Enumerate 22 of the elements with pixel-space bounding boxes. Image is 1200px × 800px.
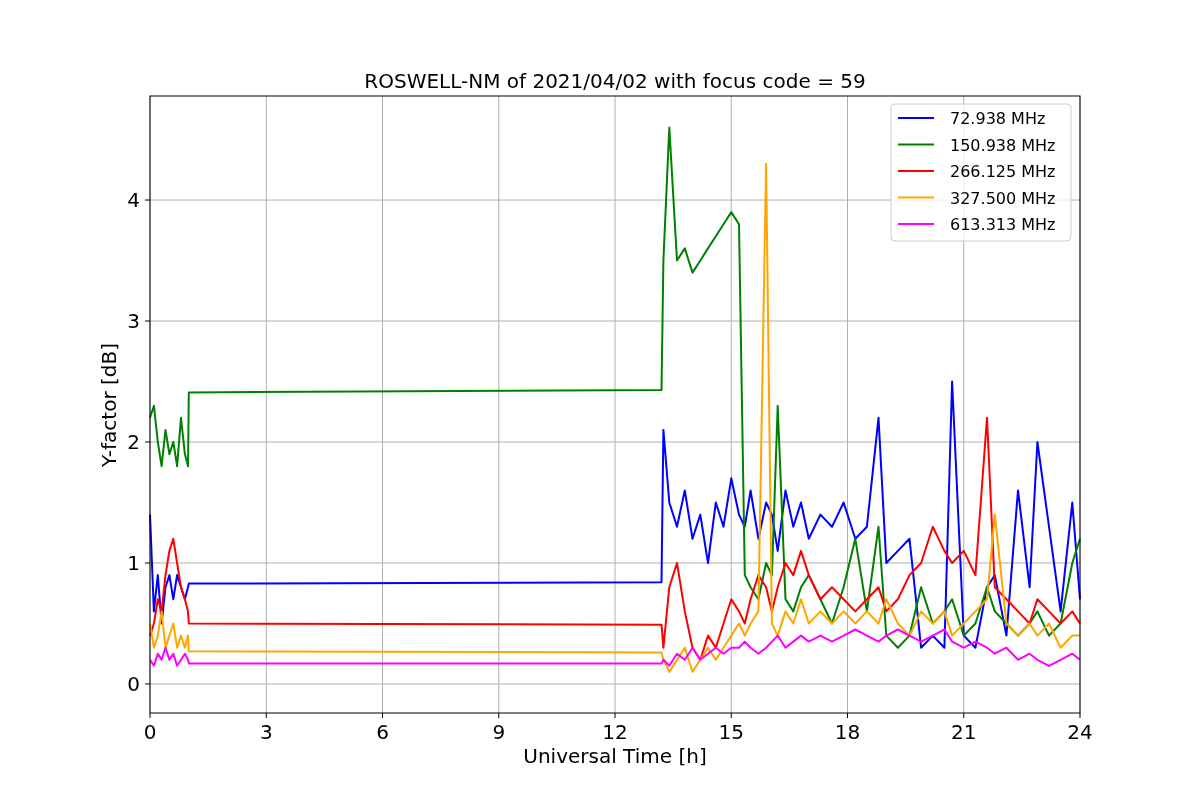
tick-label: 2 [127, 430, 140, 454]
tick-label: 12 [602, 720, 628, 744]
legend-label: 150.938 MHz [950, 135, 1056, 155]
legend-label: 613.313 MHz [950, 215, 1056, 234]
y-axis-label: Y-factor [dB] [97, 343, 121, 467]
tick-label: 18 [834, 720, 861, 744]
legend-label: 266.125 MHz [950, 162, 1056, 181]
legend-label: 327.500 MHz [950, 188, 1056, 208]
plot-title: ROSWELL-NM of 2021/04/02 with focus code = 59 [364, 69, 866, 93]
tick-label: 0 [143, 720, 157, 744]
tick-label: 15 [718, 720, 744, 744]
tick-label: 3 [259, 720, 273, 744]
tick-label: 21 [951, 720, 977, 744]
tick-label: 24 [1067, 720, 1093, 744]
tick-label: 4 [127, 188, 140, 213]
tick-label: 3 [127, 309, 140, 333]
tick-label: 9 [492, 720, 506, 744]
tick-label: 1 [127, 551, 140, 575]
legend-label: 72.938 MHz [950, 109, 1046, 128]
tick-label: 0 [127, 671, 140, 696]
x-axis-label: Universal Time [h] [523, 744, 707, 768]
tick-label: 6 [376, 720, 389, 744]
